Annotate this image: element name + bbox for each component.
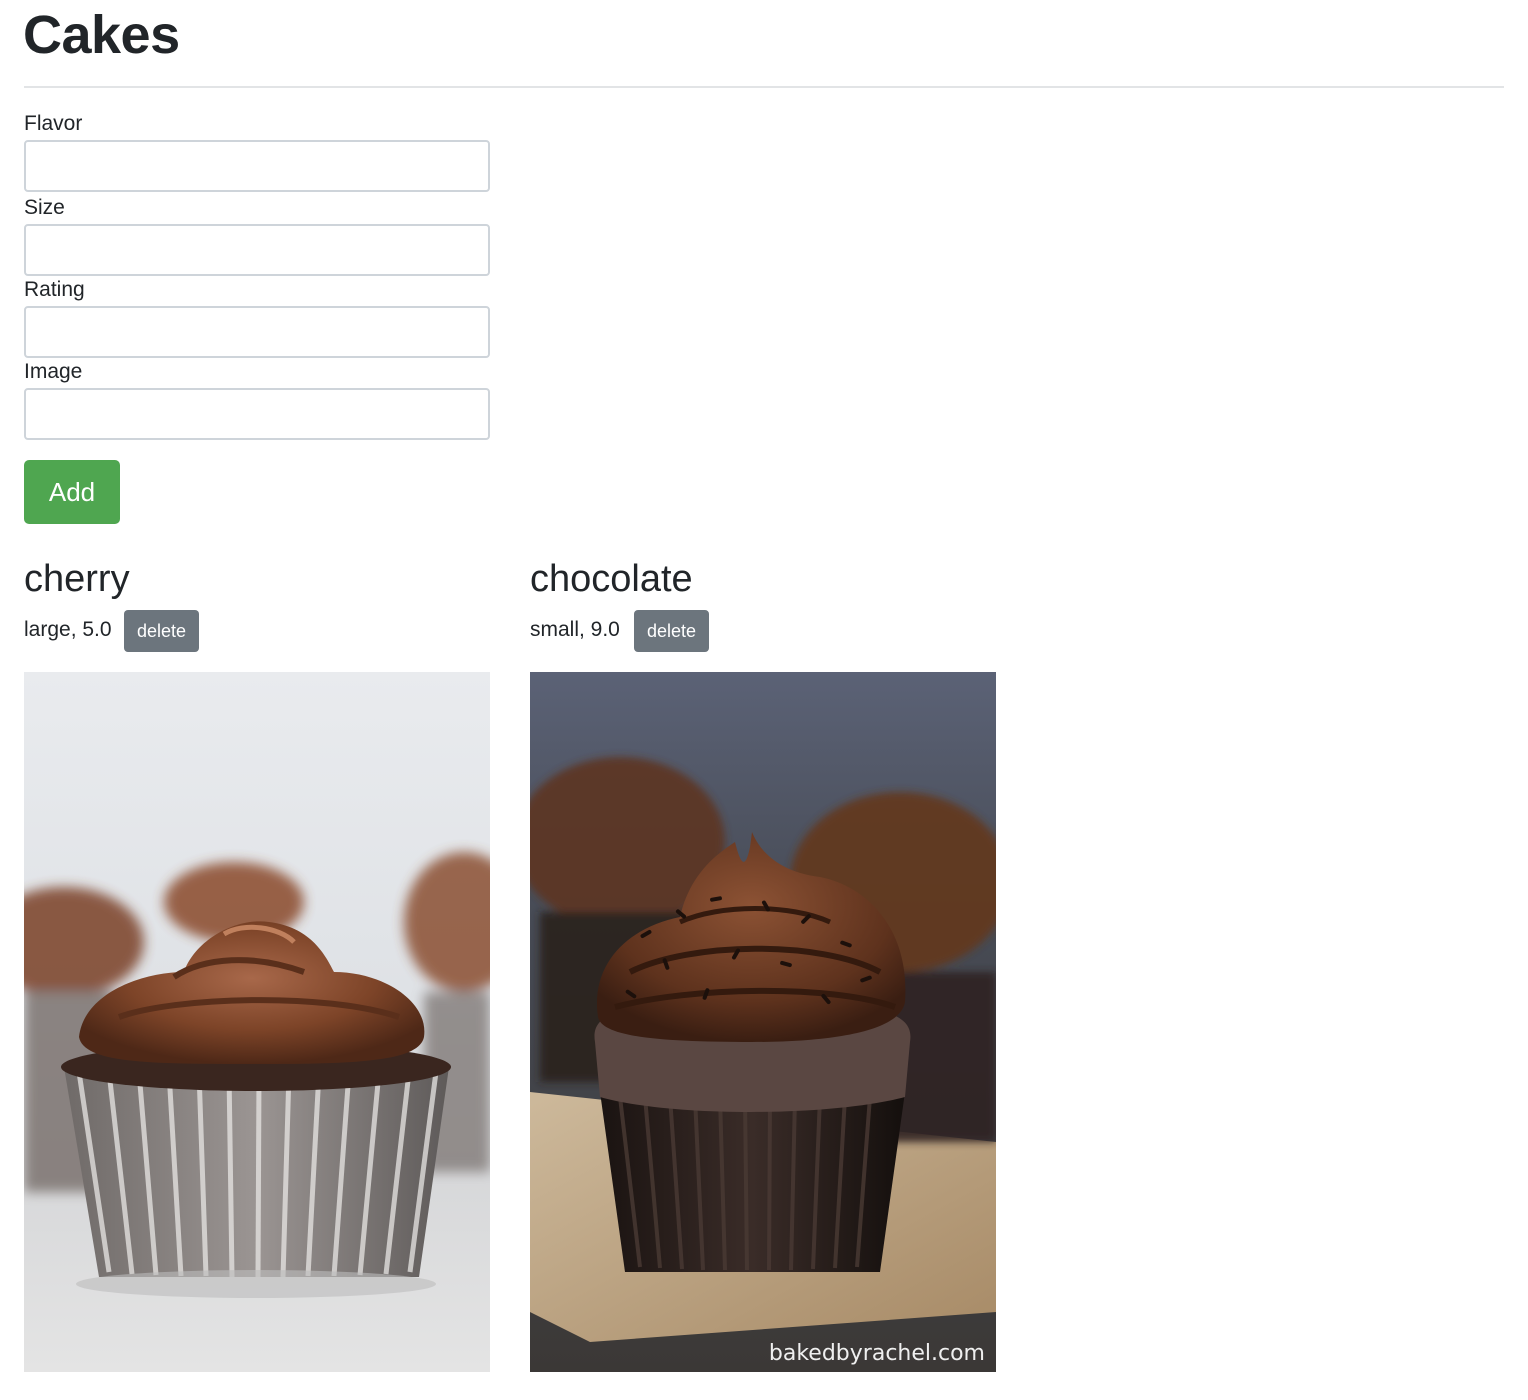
size-label: Size <box>24 196 65 219</box>
image-input[interactable] <box>24 388 490 440</box>
page-title: Cakes <box>23 5 180 65</box>
cake-size-rating: large, 5.0 <box>24 618 112 641</box>
flavor-input[interactable] <box>24 140 490 192</box>
cupcake-photo-chocolate: bakedbyrachel.com <box>530 672 996 1372</box>
add-button[interactable]: Add <box>24 460 120 524</box>
delete-button[interactable]: delete <box>634 610 710 652</box>
title-divider <box>24 86 1504 88</box>
cake-size-rating: small, 9.0 <box>530 618 620 641</box>
delete-button[interactable]: delete <box>124 610 200 652</box>
image-label: Image <box>24 360 83 383</box>
cake-flavor: cherry <box>24 558 130 600</box>
rating-input[interactable] <box>24 306 490 358</box>
flavor-label: Flavor <box>24 112 83 135</box>
size-input[interactable] <box>24 224 490 276</box>
cake-flavor: chocolate <box>530 558 693 600</box>
page: Cakes Flavor Size Rating Image Add cherr… <box>0 0 1528 1400</box>
cake-image: bakedbyrachel.com <box>530 672 996 1372</box>
watermark: bakedbyrachel.com <box>769 1341 985 1366</box>
cake-image <box>24 672 490 1372</box>
cupcake-photo-cherry <box>24 672 490 1372</box>
rating-label: Rating <box>24 278 85 301</box>
